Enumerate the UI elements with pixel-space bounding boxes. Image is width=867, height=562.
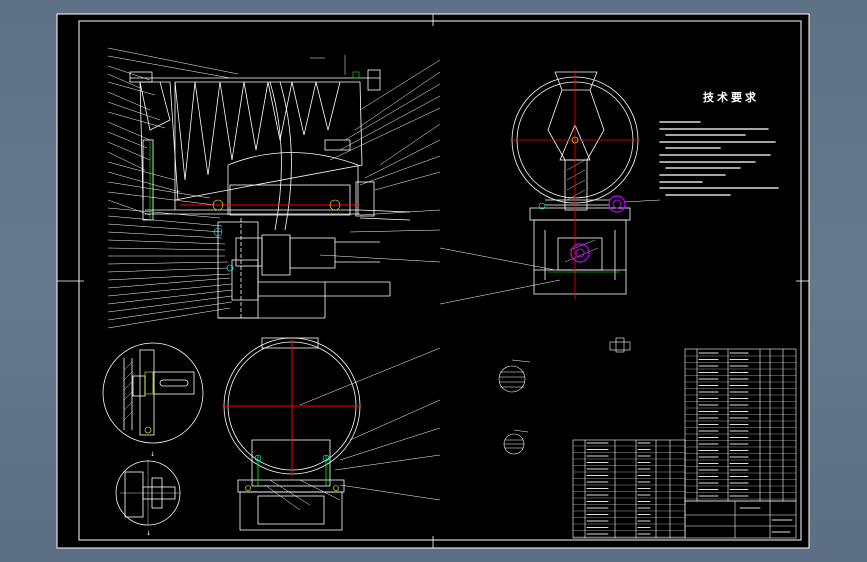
detail-arrow-mark: ↓ [150, 451, 155, 458]
detail-arrow-mark-2: ↓ [146, 530, 151, 537]
cad-viewport[interactable]: 技术要求 ↓ ↓ [0, 0, 867, 562]
drawing-sheet [56, 13, 810, 549]
technical-requirements-title: 技术要求 [703, 90, 759, 104]
